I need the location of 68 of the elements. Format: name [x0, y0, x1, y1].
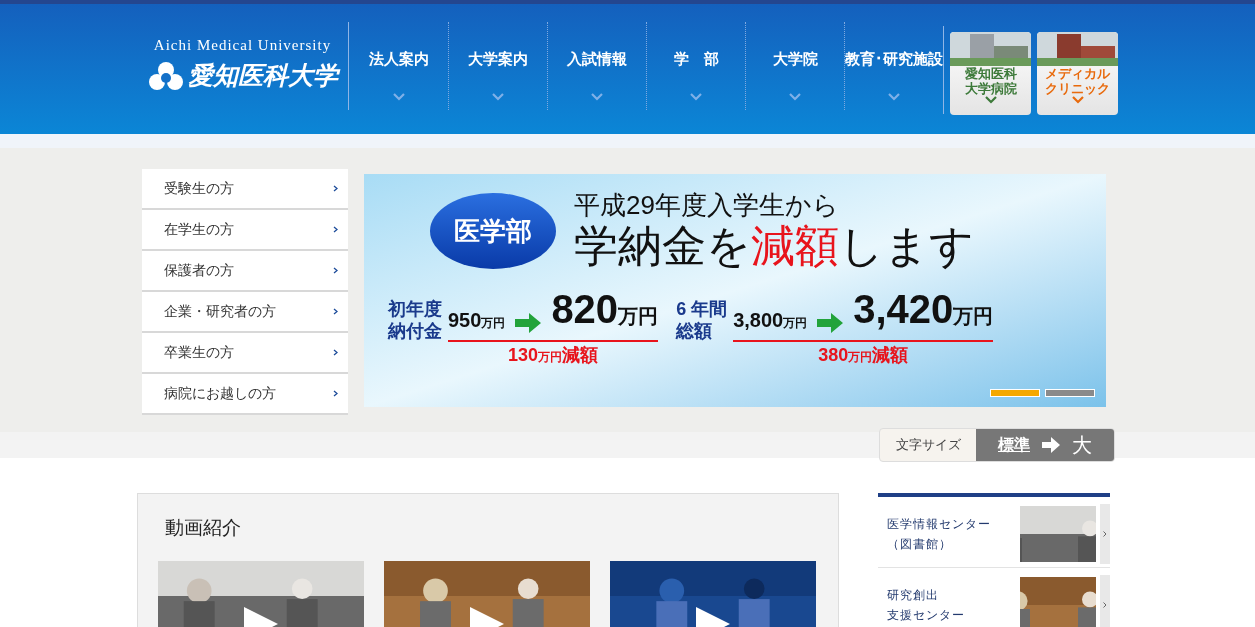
chevron-right-icon	[333, 349, 338, 356]
play-icon	[696, 606, 730, 627]
logo-english-name: Aichi Medical University	[153, 36, 332, 55]
sidebar-item[interactable]: 企業・研究者の方	[142, 292, 348, 333]
nav-item[interactable]: 大学院	[745, 22, 844, 110]
play-icon	[470, 606, 504, 627]
hospital-label: クリニック	[1045, 81, 1110, 96]
fee-reduction: 380万円減額	[818, 344, 909, 367]
sidebar-item[interactable]: 受験生の方	[142, 169, 348, 210]
chevron-right-icon	[333, 390, 338, 397]
logo[interactable]: Aichi Medical University 愛知医科大学	[137, 4, 348, 134]
fee-label: 初年度 納付金	[388, 298, 442, 342]
fee-reduction: 130万円減額	[508, 344, 599, 367]
new-fee: 820万円	[551, 286, 659, 333]
text-size-label: 文字サイズ	[894, 436, 962, 455]
facility-link[interactable]: 研究創出 支援センター	[878, 571, 1110, 627]
nav-item[interactable]: 大学案内	[448, 22, 547, 110]
nav-item[interactable]: 入試情報	[547, 22, 646, 110]
chevron-right-icon	[1103, 530, 1107, 537]
arrow-right-icon	[817, 313, 844, 333]
chevron-right-icon	[333, 267, 338, 274]
chevron-right-icon	[333, 185, 338, 192]
sidebar-item[interactable]: 病院にお越しの方	[142, 374, 348, 415]
facility-link[interactable]: 医学情報センター （図書館）	[878, 500, 1110, 568]
building-icon	[1037, 32, 1118, 66]
arrow-right-icon	[515, 313, 542, 333]
banner-headline: 学納金を減額 します	[574, 220, 974, 272]
text-size-option[interactable]: 標準	[998, 433, 1030, 457]
banner-subtitle: 平成29年度入学生から	[574, 190, 840, 220]
chevron-right-icon	[333, 226, 338, 233]
play-icon	[244, 606, 278, 627]
chevron-down-icon	[789, 92, 801, 101]
section-title: 動画紹介	[165, 516, 242, 540]
chevron-down-icon	[492, 92, 504, 101]
chevron-down-icon	[392, 92, 405, 101]
chevron-right-icon	[333, 308, 338, 315]
chevron-down-icon	[690, 92, 702, 101]
hospital-label: メディカル	[1045, 66, 1110, 81]
hospital-label: 大学病院	[964, 81, 1017, 96]
hospital-label: 愛知医科	[964, 66, 1017, 81]
logo-emblem-icon	[147, 60, 184, 91]
hospital-button[interactable]: 愛知医科 大学病院	[950, 32, 1031, 115]
department-badge: 医学部	[430, 193, 556, 269]
nav-item[interactable]: 教育･研究施設	[844, 22, 943, 110]
sidebar-item[interactable]: 保護者の方	[142, 251, 348, 292]
facility-name: 医学情報センター （図書館）	[887, 515, 992, 553]
building-icon	[950, 32, 1031, 66]
chevron-down-icon	[591, 92, 603, 101]
chevron-down-icon	[984, 96, 997, 104]
new-fee: 3,420万円	[853, 286, 994, 333]
slide-indicator[interactable]	[990, 389, 1040, 397]
arrow-right-icon	[1042, 437, 1060, 453]
fee-label: 6 年間 総額	[676, 298, 728, 342]
chevron-right-button[interactable]	[1100, 503, 1110, 564]
slide-indicator[interactable]	[1045, 389, 1095, 397]
nav-item[interactable]: 学 部	[646, 22, 745, 110]
nav-item[interactable]: 法人案内	[349, 22, 448, 110]
old-fee: 3,800万円	[733, 308, 808, 333]
text-size-option[interactable]: 大	[1072, 430, 1092, 460]
chevron-right-icon	[1103, 601, 1107, 608]
hospital-button[interactable]: メディカル クリニック	[1037, 32, 1118, 115]
sidebar-item[interactable]: 在学生の方	[142, 210, 348, 251]
sidebar-item[interactable]: 卒業生の方	[142, 333, 348, 374]
chevron-down-icon	[1071, 96, 1084, 104]
old-fee: 950万円	[448, 308, 506, 333]
chevron-down-icon	[888, 92, 900, 101]
chevron-right-button[interactable]	[1100, 574, 1110, 627]
facility-name: 研究創出 支援センター	[887, 586, 966, 624]
